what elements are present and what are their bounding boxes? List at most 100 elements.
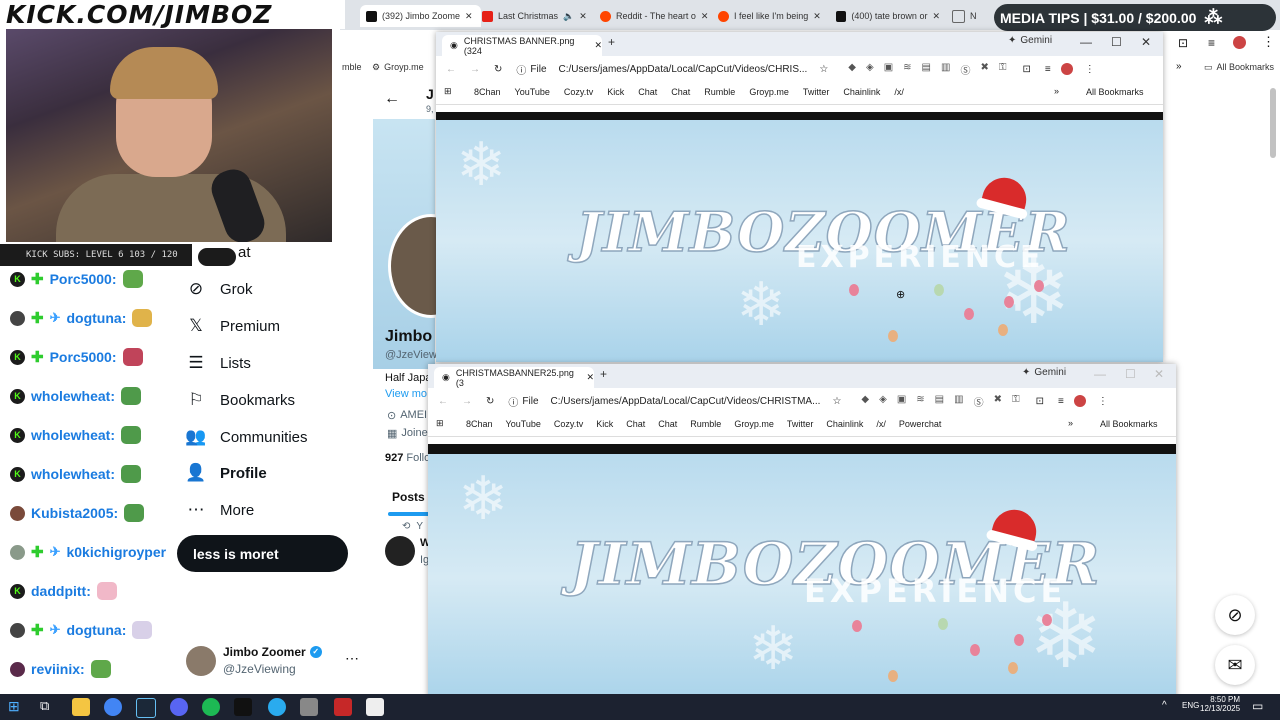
bookmark-chainlink[interactable]: Chainlink: [826, 419, 863, 429]
s-icon[interactable]: Ⓢ: [974, 394, 984, 409]
s-icon[interactable]: Ⓢ: [960, 62, 970, 77]
back-icon[interactable]: ←: [446, 64, 456, 75]
file-explorer-icon[interactable]: [72, 698, 90, 716]
post-button[interactable]: less is moret: [177, 535, 348, 572]
tab-jimbo-zoomer[interactable]: (392) Jimbo Zoome ✕: [360, 5, 481, 27]
star-icon[interactable]: ☆: [832, 396, 841, 407]
profile-avatar-icon[interactable]: [1233, 36, 1246, 49]
bookmark-8chan[interactable]: 8Chan: [466, 419, 493, 429]
capcut-icon[interactable]: [234, 698, 252, 716]
windows-start-icon[interactable]: ⊞: [8, 698, 26, 716]
metamask-icon[interactable]: ◆: [848, 62, 856, 77]
spotify-icon[interactable]: [202, 698, 220, 716]
translate-icon[interactable]: ▣: [884, 62, 893, 77]
bookmark-chat-2[interactable]: Chat: [658, 419, 677, 429]
extensions-icon[interactable]: ⊡: [1178, 36, 1188, 50]
close-window-icon[interactable]: ✕: [1154, 367, 1164, 381]
discord-icon[interactable]: [170, 698, 188, 716]
menu-icon[interactable]: ⋮: [1098, 396, 1108, 407]
task-view-icon[interactable]: ⧉: [40, 698, 58, 716]
all-bookmarks[interactable]: ▭ All Bookmarks: [1204, 62, 1274, 73]
star-icon[interactable]: ☆: [819, 64, 828, 75]
close-icon[interactable]: ✕: [932, 11, 940, 22]
nav-premium[interactable]: 𝕏 Premium: [186, 316, 280, 336]
back-arrow-icon[interactable]: ←: [384, 90, 400, 108]
nav-communities[interactable]: 👥 Communities: [185, 427, 307, 447]
close-icon[interactable]: ✕: [701, 11, 709, 22]
language-indicator[interactable]: ENG: [1182, 701, 1199, 710]
wave-icon[interactable]: ≋: [916, 394, 924, 409]
nav-grok[interactable]: ⊘ Grok: [186, 279, 253, 299]
x-ext-icon[interactable]: ✖: [980, 62, 988, 77]
tab-partial[interactable]: N: [952, 5, 982, 27]
gemini-button[interactable]: ✦ Gemini: [1022, 367, 1066, 378]
bookmark-x[interactable]: /x/: [876, 419, 886, 429]
ext-icon[interactable]: ▤: [935, 394, 944, 409]
minimize-icon[interactable]: —: [1080, 35, 1092, 49]
telegram-icon[interactable]: [268, 698, 286, 716]
tab-christmas-banner[interactable]: ◉ CHRISTMAS BANNER.png (324 ✕: [442, 35, 602, 56]
bookmark-chat[interactable]: Chat: [626, 419, 645, 429]
menu-icon[interactable]: ⋮: [1262, 34, 1275, 50]
new-tab-icon[interactable]: +: [608, 35, 615, 49]
reading-list-icon[interactable]: ≡: [1045, 64, 1051, 75]
nav-profile[interactable]: 👤 Profile: [185, 463, 266, 483]
ext-icon[interactable]: ▤: [922, 62, 931, 77]
reload-icon[interactable]: ↻: [494, 64, 502, 75]
notifications-icon[interactable]: ▭: [1252, 699, 1263, 713]
x-ext-icon[interactable]: ✖: [994, 394, 1002, 409]
bookmark-twitter[interactable]: Twitter: [803, 87, 830, 97]
nav-bookmarks[interactable]: ⚐ Bookmarks: [186, 390, 295, 410]
minimize-icon[interactable]: —: [1094, 367, 1106, 381]
chevron-right-icon[interactable]: »: [1068, 418, 1073, 428]
back-icon[interactable]: ←: [438, 396, 448, 407]
apps-icon[interactable]: ⊞: [436, 418, 444, 429]
shield-icon[interactable]: ◈: [866, 62, 874, 77]
bookmark-twitter[interactable]: Twitter: [787, 419, 814, 429]
bookmark-kick[interactable]: Kick: [596, 419, 613, 429]
app-icon[interactable]: [366, 698, 384, 716]
messages-floating-button[interactable]: ✉: [1215, 645, 1255, 685]
bookmark-rumble[interactable]: Rumble: [690, 419, 721, 429]
reading-list-icon[interactable]: ≡: [1058, 396, 1064, 407]
puzzle-icon[interactable]: ⚿: [1012, 394, 1020, 409]
avatar[interactable]: [186, 646, 216, 676]
bookmark-cozy[interactable]: Cozy.tv: [554, 419, 583, 429]
translate-icon[interactable]: ▣: [897, 394, 906, 409]
steam-icon[interactable]: [136, 698, 156, 718]
profile-avatar-icon[interactable]: [1060, 63, 1073, 75]
tab-tate-brown[interactable]: (400) tate brown or ✕: [836, 5, 940, 27]
bookmark-chat[interactable]: Chat: [638, 87, 657, 97]
close-icon[interactable]: ✕: [586, 372, 594, 383]
tab-last-christmas[interactable]: Last Christmas 🔈 ✕: [482, 5, 592, 27]
forward-icon[interactable]: →: [462, 396, 472, 407]
gemini-button[interactable]: ✦ Gemini: [1008, 35, 1052, 46]
tweet-avatar[interactable]: [385, 536, 415, 566]
bookmark-youtube[interactable]: YouTube: [515, 87, 550, 97]
address-bar[interactable]: C:/Users/james/AppData/Local/CapCut/Vide…: [551, 396, 821, 407]
bookmark-chat-2[interactable]: Chat: [671, 87, 690, 97]
nav-partial-label[interactable]: at: [238, 244, 251, 261]
account-menu-icon[interactable]: ⋯: [345, 650, 359, 667]
nav-more[interactable]: ⋯ More: [186, 500, 255, 520]
bookmark-x[interactable]: /x/: [894, 87, 904, 97]
menu-icon[interactable]: ⋮: [1085, 64, 1095, 75]
close-icon[interactable]: ✕: [813, 11, 821, 22]
clock[interactable]: 8:50 PM 12/13/2025: [1200, 695, 1240, 713]
app-icon[interactable]: [300, 698, 318, 716]
all-bookmarks[interactable]: All Bookmarks: [1086, 87, 1144, 97]
bookmark-groyp[interactable]: Groyp.me: [749, 87, 789, 97]
tray-chevron-icon[interactable]: ^: [1162, 700, 1167, 711]
tab-posts[interactable]: Posts: [392, 490, 425, 504]
bookmark-kick[interactable]: Kick: [607, 87, 624, 97]
bookmark-8chan[interactable]: 8Chan: [474, 87, 501, 97]
close-icon[interactable]: ✕: [465, 11, 473, 22]
chevron-right-icon[interactable]: »: [1054, 86, 1059, 96]
address-bar[interactable]: C:/Users/james/AppData/Local/CapCut/Vide…: [559, 64, 808, 75]
chevron-right-icon[interactable]: »: [1176, 61, 1182, 72]
bookmark-rumble[interactable]: Rumble: [704, 87, 735, 97]
close-icon[interactable]: ✕: [594, 40, 602, 51]
app-icon[interactable]: [334, 698, 352, 716]
metamask-icon[interactable]: ◆: [861, 394, 869, 409]
bookmark-youtube[interactable]: YouTube: [506, 419, 541, 429]
